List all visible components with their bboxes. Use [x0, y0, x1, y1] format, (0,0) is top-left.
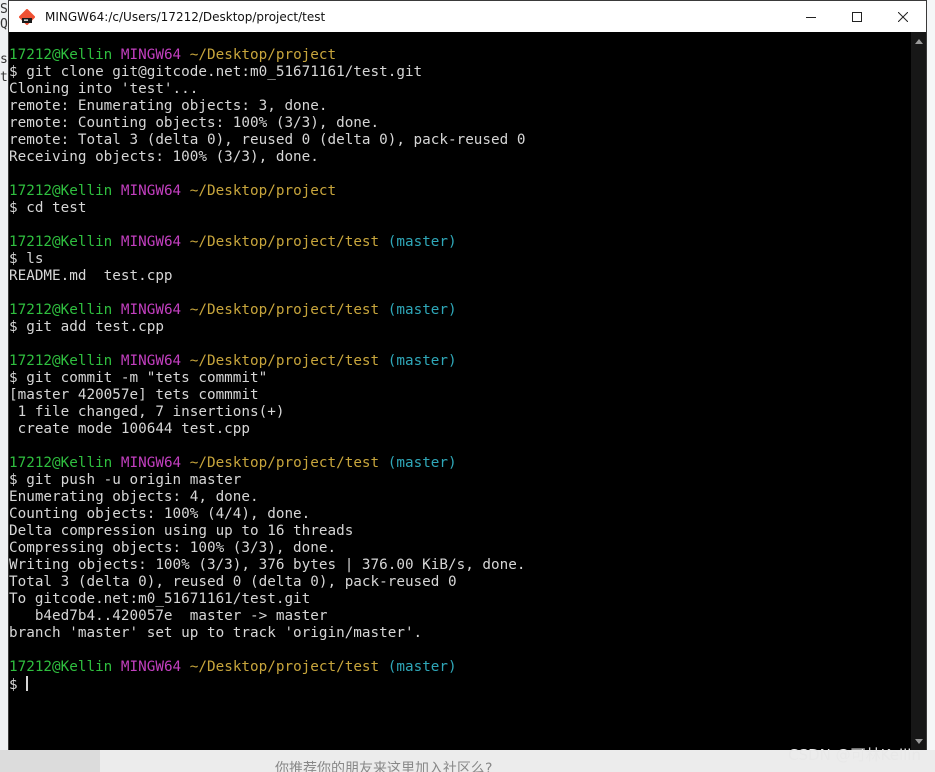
output-line: $ git clone git@gitcode.net:m0_51671161/…	[9, 64, 423, 80]
background-fragment: S	[0, 2, 8, 17]
prompt-path: ~/Desktop/project/test	[189, 455, 380, 471]
background-bottom-dark	[0, 750, 100, 772]
prompt-path: ~/Desktop/project/test	[189, 234, 380, 250]
output-line: Enumerating objects: 4, done.	[9, 489, 259, 505]
close-button[interactable]	[880, 1, 926, 32]
prompt-user: 17212@Kellin	[9, 455, 113, 471]
output-line: Total 3 (delta 0), reused 0 (delta 0), p…	[9, 574, 457, 590]
output-line: Receiving objects: 100% (3/3), done.	[9, 149, 319, 165]
prompt-env: MINGW64	[120, 659, 182, 675]
minimize-button[interactable]	[788, 1, 834, 32]
output-line: $ ls	[9, 251, 44, 267]
output-line: Compressing objects: 100% (3/3), done.	[9, 540, 337, 556]
output-line: $ git push -u origin master	[9, 472, 242, 488]
prompt-user: 17212@Kellin	[9, 302, 113, 318]
prompt-line: 17212@Kellin MINGW64 ~/Desktop/project/t…	[9, 659, 525, 676]
prompt-line: 17212@Kellin MINGW64 ~/Desktop/project/t…	[9, 234, 525, 251]
output-line: README.md test.cpp	[9, 268, 173, 284]
close-icon	[898, 11, 908, 22]
output-line: remote: Counting objects: 100% (3/3), do…	[9, 115, 380, 131]
prompt-env: MINGW64	[120, 183, 182, 199]
terminal-lines: 17212@Kellin MINGW64 ~/Desktop/project $ …	[9, 47, 525, 693]
terminal-output[interactable]: 17212@Kellin MINGW64 ~/Desktop/project $ …	[9, 32, 911, 750]
output-line: create mode 100644 test.cpp	[9, 421, 251, 437]
output-line: remote: Total 3 (delta 0), reused 0 (del…	[9, 132, 526, 148]
output-line: Cloning into 'test'...	[9, 81, 199, 97]
prompt-symbol: $	[9, 677, 27, 693]
output-line: branch 'master' set up to track 'origin/…	[9, 625, 423, 641]
prompt-path: ~/Desktop/project/test	[189, 353, 380, 369]
vertical-scrollbar[interactable]	[911, 32, 926, 750]
minimize-icon	[806, 16, 816, 18]
output-line: $ git commit -m "tets commmit"	[9, 370, 268, 386]
output-line: $ cd test	[9, 200, 87, 216]
prompt-user: 17212@Kellin	[9, 659, 113, 675]
output-line: 1 file changed, 7 insertions(+)	[9, 404, 285, 420]
prompt-branch: (master)	[387, 353, 457, 369]
prompt-env: MINGW64	[120, 455, 182, 471]
text-cursor[interactable]	[26, 676, 29, 691]
prompt-line: 17212@Kellin MINGW64 ~/Desktop/project/t…	[9, 353, 525, 370]
window-title: MINGW64:/c/Users/17212/Desktop/project/t…	[45, 9, 326, 24]
background-bottom-text: 你推荐你的朋友来这里加入社区么?	[275, 761, 493, 772]
prompt-user: 17212@Kellin	[9, 47, 113, 63]
output-line: [master 420057e] tets commmit	[9, 387, 259, 403]
output-line: Counting objects: 100% (4/4), done.	[9, 506, 311, 522]
scroll-up-button[interactable]	[911, 32, 926, 50]
prompt-user: 17212@Kellin	[9, 353, 113, 369]
background-fragment: t	[0, 70, 8, 85]
output-line: remote: Enumerating objects: 3, done.	[9, 98, 328, 114]
prompt-line: 17212@Kellin MINGW64 ~/Desktop/project/t…	[9, 455, 525, 472]
output-line: b4ed7b4..420057e master -> master	[9, 608, 328, 624]
chevron-down-icon	[914, 738, 923, 744]
chevron-up-icon	[914, 38, 923, 44]
window-controls	[788, 1, 926, 32]
prompt-env: MINGW64	[120, 47, 182, 63]
maximize-button[interactable]	[834, 1, 880, 32]
output-line: $ git add test.cpp	[9, 319, 164, 335]
input-line: $	[9, 676, 525, 693]
background-fragment: Q	[0, 17, 8, 32]
title-bar[interactable]: MINGW64:/c/Users/17212/Desktop/project/t…	[9, 1, 926, 32]
git-bash-icon	[18, 8, 36, 25]
output-line: Delta compression using up to 16 threads	[9, 523, 354, 539]
prompt-path: ~/Desktop/project/test	[189, 659, 380, 675]
terminal-window: MINGW64:/c/Users/17212/Desktop/project/t…	[8, 0, 927, 750]
prompt-env: MINGW64	[120, 353, 182, 369]
prompt-branch: (master)	[387, 455, 457, 471]
prompt-line: 17212@Kellin MINGW64 ~/Desktop/project/t…	[9, 302, 525, 319]
background-fragment: s	[0, 52, 8, 67]
prompt-env: MINGW64	[120, 302, 182, 318]
prompt-branch: (master)	[387, 659, 457, 675]
prompt-line: 17212@Kellin MINGW64 ~/Desktop/project	[9, 47, 525, 64]
prompt-branch: (master)	[387, 302, 457, 318]
maximize-icon	[852, 11, 862, 22]
prompt-env: MINGW64	[120, 234, 182, 250]
output-line: Writing objects: 100% (3/3), 376 bytes |…	[9, 557, 526, 573]
prompt-branch: (master)	[387, 234, 457, 250]
prompt-user: 17212@Kellin	[9, 183, 113, 199]
prompt-path: ~/Desktop/project	[189, 183, 337, 199]
output-line: To gitcode.net:m0_51671161/test.git	[9, 591, 311, 607]
prompt-user: 17212@Kellin	[9, 234, 113, 250]
prompt-path: ~/Desktop/project/test	[189, 302, 380, 318]
prompt-path: ~/Desktop/project	[189, 47, 337, 63]
csdn-watermark: CSDN @可林Kellin	[788, 746, 921, 764]
prompt-line: 17212@Kellin MINGW64 ~/Desktop/project	[9, 183, 525, 200]
